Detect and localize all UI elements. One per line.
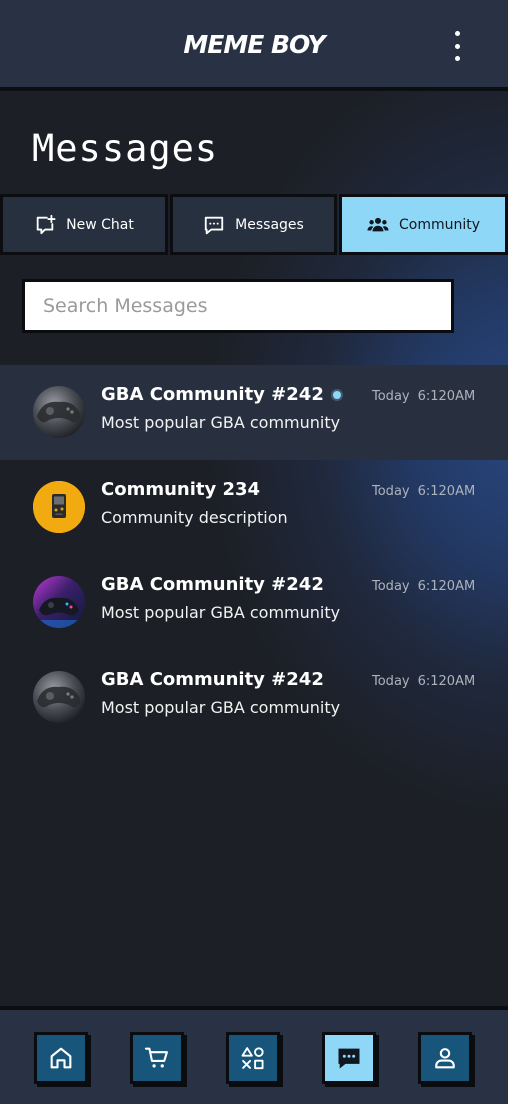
list-item[interactable]: GBA Community #242 Most popular GBA comm…: [0, 365, 508, 460]
nav-games-button[interactable]: [226, 1032, 280, 1084]
nav-chat-button[interactable]: [322, 1032, 376, 1084]
page-title: Messages: [32, 127, 219, 170]
tab-messages[interactable]: Messages: [170, 194, 337, 255]
nav-shop-button[interactable]: [130, 1032, 184, 1084]
gameboy-avatar: [33, 481, 85, 533]
tab-community[interactable]: Community: [339, 194, 508, 255]
unread-indicator: [332, 391, 341, 399]
chat-description: Most popular GBA community: [101, 603, 341, 622]
list-item[interactable]: GBA Community #242 Most popular GBA comm…: [0, 555, 508, 650]
menu-dot: [454, 56, 460, 61]
game-controller-avatar: [33, 671, 85, 723]
bottom-navigation: [0, 1006, 508, 1104]
chat-title: GBA Community #242: [101, 574, 324, 595]
tab-label: Community: [398, 216, 481, 233]
app-header: MEME BOY: [0, 0, 508, 91]
kebab-menu-icon[interactable]: [449, 31, 465, 61]
chat-title: GBA Community #242: [101, 669, 324, 690]
home-icon: [50, 1047, 72, 1069]
chat-bubble-icon: [203, 214, 225, 236]
app-logo: MEME BOY: [183, 30, 325, 59]
neon-controller-avatar: [33, 576, 85, 628]
chat-description: Most popular GBA community: [101, 698, 341, 717]
new-chat-icon: [34, 214, 56, 236]
app-screen: MEME BOY Messages New Chat Messages Comm…: [0, 0, 508, 1104]
search-input[interactable]: [22, 279, 454, 333]
chat-timestamp: Today 6:120AM: [372, 484, 476, 499]
list-item[interactable]: GBA Community #242 Most popular GBA comm…: [0, 650, 508, 745]
chat-title: GBA Community #242: [101, 384, 341, 405]
chat-description: Community description: [101, 508, 288, 527]
tab-new-chat[interactable]: New Chat: [0, 194, 168, 255]
chat-timestamp: Today 6:120AM: [372, 579, 476, 594]
list-item[interactable]: Community 234 Community description Toda…: [0, 460, 508, 555]
tab-label: Messages: [235, 216, 304, 233]
games-icon: [241, 1047, 264, 1070]
menu-dot: [454, 43, 460, 49]
chat-timestamp: Today 6:120AM: [372, 389, 476, 404]
menu-dot: [454, 31, 460, 36]
cart-icon: [144, 1047, 168, 1068]
profile-icon: [435, 1048, 455, 1069]
tab-label: New Chat: [66, 216, 134, 233]
chat-timestamp: Today 6:120AM: [372, 674, 476, 689]
chat-description: Most popular GBA community: [101, 413, 341, 432]
game-controller-avatar: [33, 386, 85, 438]
chat-title: Community 234: [101, 479, 261, 500]
nav-home-button[interactable]: [34, 1032, 88, 1084]
users-icon: [367, 214, 389, 236]
nav-profile-button[interactable]: [418, 1032, 472, 1084]
chat-icon: [338, 1048, 360, 1069]
